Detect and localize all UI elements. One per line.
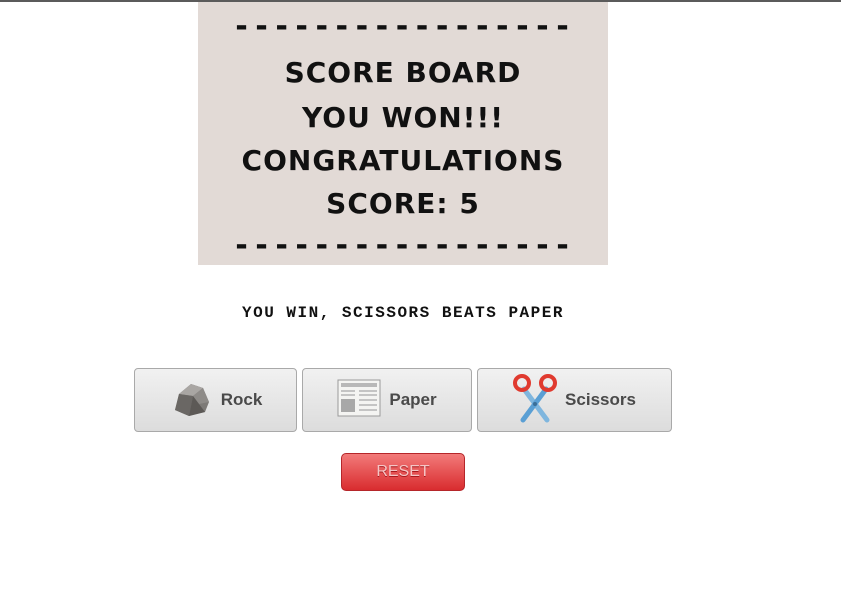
- paper-button[interactable]: Paper: [302, 368, 472, 432]
- congratulations-text: CONGRATULATIONS: [241, 144, 565, 177]
- score-board-title: SCORE BOARD: [284, 56, 522, 89]
- game-result-text: YOU WON!!!: [302, 101, 504, 134]
- newspaper-icon: [337, 379, 381, 422]
- scissors-icon: [513, 373, 558, 428]
- scissors-label: Scissors: [565, 390, 636, 409]
- bottom-dashes: -----------------: [232, 231, 574, 261]
- rock-icon: [169, 376, 213, 425]
- rock-button[interactable]: Rock: [134, 368, 297, 432]
- score-text: SCORE: 5: [326, 187, 480, 220]
- scissors-button[interactable]: Scissors: [477, 368, 672, 432]
- rock-label: Rock: [220, 390, 263, 409]
- paper-label: Paper: [389, 390, 437, 409]
- top-dashes: -----------------: [232, 12, 574, 42]
- score-board: ----------------- SCORE BOARD YOU WON!!!…: [198, 2, 608, 265]
- reset-button[interactable]: RESET: [341, 453, 465, 491]
- round-result-text: YOU WIN, SCISSORS BEATS PAPER: [242, 304, 564, 322]
